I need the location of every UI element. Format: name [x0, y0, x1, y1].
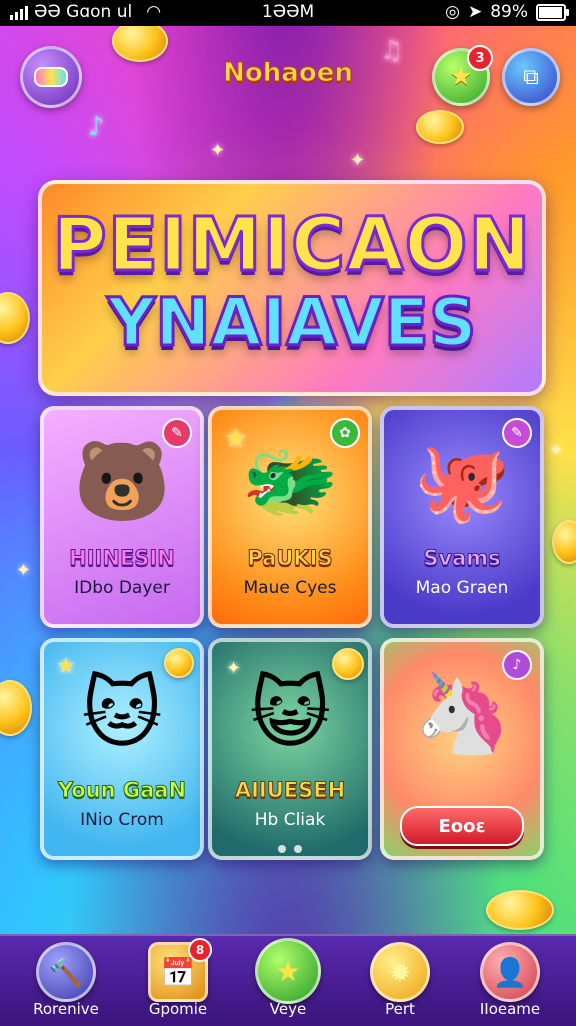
nav-item[interactable]: ✹ Pert	[348, 940, 452, 1024]
sparkle-icon: ✦	[350, 150, 366, 171]
pagination-dots	[212, 838, 368, 856]
ring-icon	[34, 67, 68, 87]
sparkle-icon: ✦	[548, 440, 564, 461]
coin-icon	[112, 20, 168, 62]
nav-item[interactable]: 📅 8 Gpomie	[126, 938, 230, 1024]
card-title: Youn GaaN	[57, 778, 187, 803]
status-right: ◎ ➤ 89%	[445, 2, 569, 22]
nav-item[interactable]: 🔨 Rorenive	[14, 940, 118, 1024]
blob-creature-icon: 🐙	[413, 437, 511, 527]
card-action-button[interactable]: Eooɛ	[400, 806, 524, 846]
hero-title-line1: PEIMICAON	[51, 201, 532, 290]
hero-banner[interactable]: PEIMICAON YNAIAVES	[38, 180, 546, 396]
battery-fill	[539, 6, 563, 18]
star-icon: ★	[255, 938, 321, 1004]
coin-icon	[486, 890, 554, 930]
share-button[interactable]: ⧉	[502, 48, 560, 106]
nav-label: Veye	[269, 1000, 307, 1018]
card-subtitle: IDbo Dayer	[74, 578, 170, 598]
coin-icon	[552, 520, 576, 564]
game-card[interactable]: ♪ 🦄 Eooɛ	[380, 638, 544, 860]
game-card[interactable]: ★ 🐱 Youn GaaN INio Crom	[40, 638, 204, 860]
nav-label: Pert	[385, 1000, 415, 1018]
location-icon: ➤	[467, 2, 483, 22]
page-title: Nohaoen	[223, 58, 354, 89]
music-note-icon: ♪	[88, 112, 105, 142]
nav-item[interactable]: 👤 IIoeame	[458, 940, 562, 1024]
alarm-icon: ◎	[445, 2, 460, 22]
game-card[interactable]: ✿ ★ 🐲 PaUKIS Maue Cyes	[208, 406, 372, 628]
achievements-button[interactable]: ★ 3	[432, 45, 493, 106]
hammer-icon: 🔨	[36, 942, 96, 1002]
nav-item[interactable]: ★ Veye	[236, 938, 340, 1024]
cat-cheer-icon: 😺	[249, 669, 331, 759]
game-card-grid: ✎ 🐻 HIINESIN IDbo Dayer ✿ ★ 🐲 PaUKIS Mau…	[38, 402, 544, 872]
card-title: Svams	[423, 546, 501, 571]
sparkle-icon: ✦	[16, 560, 32, 581]
card-subtitle: Hb Cliak	[254, 810, 326, 830]
nav-badge: 8	[188, 938, 212, 962]
coin-icon	[416, 110, 464, 144]
share-icon: ⧉	[523, 64, 539, 90]
game-card[interactable]: ✦ 😺 AIIUESEH Hb Cliak	[208, 638, 372, 860]
card-title: PaUKIS	[247, 546, 333, 571]
profile-icon: 👤	[480, 942, 540, 1002]
hero-title-line2: YNAIAVES	[106, 283, 478, 363]
nav-label: IIoeame	[479, 1000, 541, 1018]
game-card[interactable]: ✎ 🐙 Svams Mao Graen	[380, 406, 544, 628]
game-card[interactable]: ✎ 🐻 HIINESIN IDbo Dayer	[40, 406, 204, 628]
dragon-icon: 🐲	[241, 437, 339, 527]
card-title: AIIUESEH	[234, 778, 346, 803]
sun-gear-icon: ✹	[370, 942, 430, 1002]
bear-icon: 🐻	[73, 437, 171, 527]
status-bar: ƏƏ Gɑon ul ◠ 1ƏƏM ◎ ➤ 89%	[0, 0, 576, 26]
nav-label: Gpomie	[148, 1000, 208, 1018]
battery-percent: 89%	[490, 2, 528, 22]
card-subtitle: Maue Cyes	[243, 578, 337, 598]
card-title: HIINESIN	[69, 546, 176, 571]
jelly-creature-icon: 🦄	[413, 669, 511, 759]
girl-cat-icon: 🐱	[81, 669, 163, 759]
card-subtitle: Mao Graen	[415, 578, 509, 598]
nav-label: Rorenive	[33, 1000, 99, 1018]
bottom-nav: 🔨 Rorenive 📅 8 Gpomie ★ Veye ✹ Pert 👤 II…	[0, 934, 576, 1026]
coin-icon	[0, 680, 32, 736]
notification-badge: 3	[467, 45, 493, 71]
menu-button[interactable]	[20, 46, 82, 108]
star-icon: ★	[449, 62, 473, 92]
card-subtitle: INio Crom	[80, 810, 164, 830]
sparkle-icon: ✦	[210, 140, 226, 161]
battery-icon	[536, 3, 569, 21]
coin-icon	[0, 292, 30, 344]
